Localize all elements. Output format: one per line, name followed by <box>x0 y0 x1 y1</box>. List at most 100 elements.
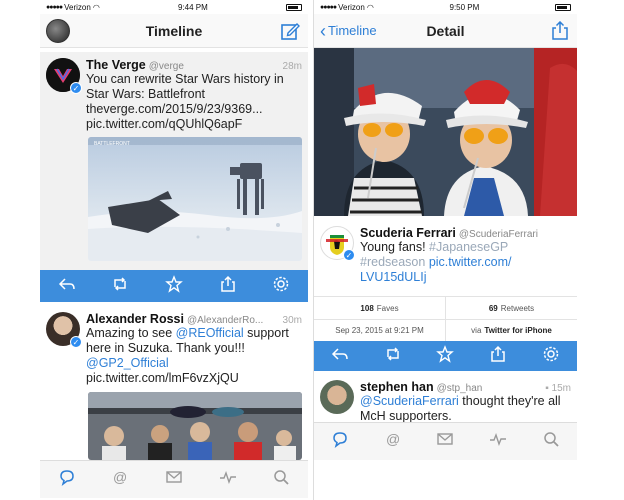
tweet-date-text: Sep 23, 2015 at 9:21 PM <box>335 326 424 335</box>
favorite-button[interactable] <box>165 274 183 298</box>
fans-photo <box>88 392 302 460</box>
tweet-text-prefix: Amazing to see <box>86 326 176 340</box>
tab-activity[interactable] <box>489 430 507 453</box>
status-bar: ●●●●● Verizon ◠ 9:50 PM <box>314 0 577 14</box>
young-fans-photo <box>314 48 577 216</box>
reply-tweet[interactable]: stephen han @stp_han ▪ 15m @ScuderiaFerr… <box>314 374 577 424</box>
reply-button[interactable] <box>331 345 349 368</box>
avatar[interactable] <box>320 380 354 414</box>
tab-timeline[interactable] <box>331 430 349 453</box>
tab-timeline[interactable] <box>58 468 76 491</box>
battlefront-image: BATTLEFRONT <box>88 137 302 261</box>
account-button[interactable] <box>46 19 70 43</box>
tweet-client: via Twitter for iPhone <box>445 320 577 341</box>
messages-tab-icon <box>166 471 182 483</box>
signal-icon: ●●●●● <box>46 3 63 11</box>
tweet-image-battlefront[interactable]: BATTLEFRONT <box>88 137 302 261</box>
search-tab-icon <box>543 432 559 447</box>
share-icon <box>491 345 505 362</box>
share-nav-button[interactable] <box>551 20 569 46</box>
timeline-tab-icon <box>60 470 74 486</box>
navigation-bar: Timeline <box>40 14 308 48</box>
navigation-bar: ‹ Timeline Detail <box>314 14 577 48</box>
status-bar: ●●●●● Verizon ◠ 9:44 PM <box>40 0 308 14</box>
screenshot: ●●●●● Verizon ◠ 9:44 PM Timeline ✓ The V… <box>0 0 624 500</box>
account-avatar <box>46 19 70 43</box>
tab-messages[interactable] <box>436 430 454 453</box>
share-button[interactable] <box>219 275 237 298</box>
tweet-media-link-id[interactable]: LVU15dULIj <box>360 270 426 284</box>
tab-messages[interactable] <box>165 468 183 491</box>
author-handle: @stp_han <box>436 383 483 394</box>
detail-screen: ●●●●● Verizon ◠ 9:50 PM ‹ Timeline Detai… <box>313 0 577 500</box>
faves-stat[interactable]: 108 Faves <box>314 297 445 319</box>
author-handle: @ScuderiaFerrari <box>458 229 538 240</box>
settings-icon <box>543 346 558 361</box>
tweet-text-prefix: Young fans! <box>360 240 430 254</box>
tweet-media-link[interactable]: pic.twitter.com/qQUhlQ6apF <box>86 117 302 132</box>
tab-bar: @ <box>314 422 577 460</box>
tab-mentions[interactable]: @ <box>384 430 402 453</box>
tweet-time-value: 15m <box>551 383 571 394</box>
retweets-count: 69 <box>488 303 498 313</box>
tweet-detail: ✓ Scuderia Ferrari @ScuderiaFerrari Youn… <box>314 220 577 298</box>
tab-search[interactable] <box>542 430 560 453</box>
chevron-left-icon: ‹ <box>320 20 326 41</box>
tweet-media-link[interactable]: pic.twitter.com/lmF6vzXjQU <box>86 371 302 386</box>
tweet-time: ▪ 15m <box>545 383 571 394</box>
tab-bar: @ <box>40 460 308 498</box>
mention-link[interactable]: @REOfficial <box>176 326 244 340</box>
avatar[interactable]: ✓ <box>46 312 82 348</box>
settings-button[interactable] <box>272 275 290 298</box>
share-icon <box>552 20 568 40</box>
tweet-text: Amazing to see @REOfficial support here … <box>86 326 302 371</box>
tab-mentions[interactable]: @ <box>111 468 129 491</box>
tweet-text: You can rewrite Star Wars history in Sta… <box>86 72 284 101</box>
battery-icon <box>554 3 571 11</box>
author-name: Scuderia Ferrari <box>360 226 456 240</box>
hashtag-japanesegp[interactable]: #JapaneseGP <box>429 240 508 254</box>
retweet-button[interactable] <box>111 275 129 298</box>
tab-search[interactable] <box>272 468 290 491</box>
settings-icon <box>273 276 289 291</box>
carrier-name: Verizon <box>338 2 365 12</box>
tweet-header: stephen han @stp_han ▪ 15m <box>360 380 571 394</box>
tweet-photo-fans[interactable] <box>314 48 577 216</box>
tweet-text: Young fans! #JapaneseGP #redseason pic.t… <box>360 240 571 285</box>
compose-icon <box>281 23 300 40</box>
share-button[interactable] <box>489 345 507 368</box>
compose-button[interactable] <box>280 21 300 46</box>
back-label: Timeline <box>328 23 377 38</box>
mention-link[interactable]: @ScuderiaFerrari <box>360 394 459 408</box>
reply-button[interactable] <box>58 275 76 298</box>
svg-text:BATTLEFRONT: BATTLEFRONT <box>94 141 130 147</box>
author-name: The Verge <box>86 58 146 72</box>
favorite-button[interactable] <box>436 344 455 368</box>
carrier-info: ●●●●● Verizon ◠ <box>46 3 100 12</box>
author-handle: @AlexanderRo... <box>186 315 264 326</box>
carrier-info: ●●●●● Verizon ◠ <box>320 3 374 12</box>
back-button[interactable]: ‹ Timeline <box>320 20 377 41</box>
author-handle: @verge <box>148 61 184 72</box>
tweet-media-link[interactable]: pic.twitter.com/ <box>429 255 512 269</box>
avatar[interactable]: ✓ <box>320 226 355 261</box>
tweet-link[interactable]: theverge.com/2015/9/23/9369... <box>86 102 302 117</box>
hashtag-redseason[interactable]: #redseason <box>360 255 425 269</box>
tweet-image-fans[interactable] <box>88 392 302 460</box>
settings-button[interactable] <box>542 345 560 368</box>
page-title: Timeline <box>145 22 203 39</box>
tweet-text: @ScuderiaFerrari thought they're all McH… <box>360 394 571 424</box>
status-time: 9:50 PM <box>449 2 480 12</box>
tab-activity[interactable] <box>219 468 237 491</box>
svg-text:@: @ <box>113 469 127 485</box>
mentions-tab-icon: @ <box>386 431 400 447</box>
reply-icon <box>332 347 349 360</box>
tweet-body: Scuderia Ferrari @ScuderiaFerrari Young … <box>360 226 571 292</box>
mention-link-2[interactable]: @GP2_Official <box>86 356 169 370</box>
activity-tab-icon <box>490 432 507 447</box>
avatar[interactable]: ✓ <box>46 58 82 94</box>
search-tab-icon <box>274 470 289 485</box>
retweet-button[interactable] <box>384 345 402 368</box>
mentions-tab-icon: @ <box>113 469 127 485</box>
retweets-stat[interactable]: 69 Retweets <box>445 297 577 319</box>
